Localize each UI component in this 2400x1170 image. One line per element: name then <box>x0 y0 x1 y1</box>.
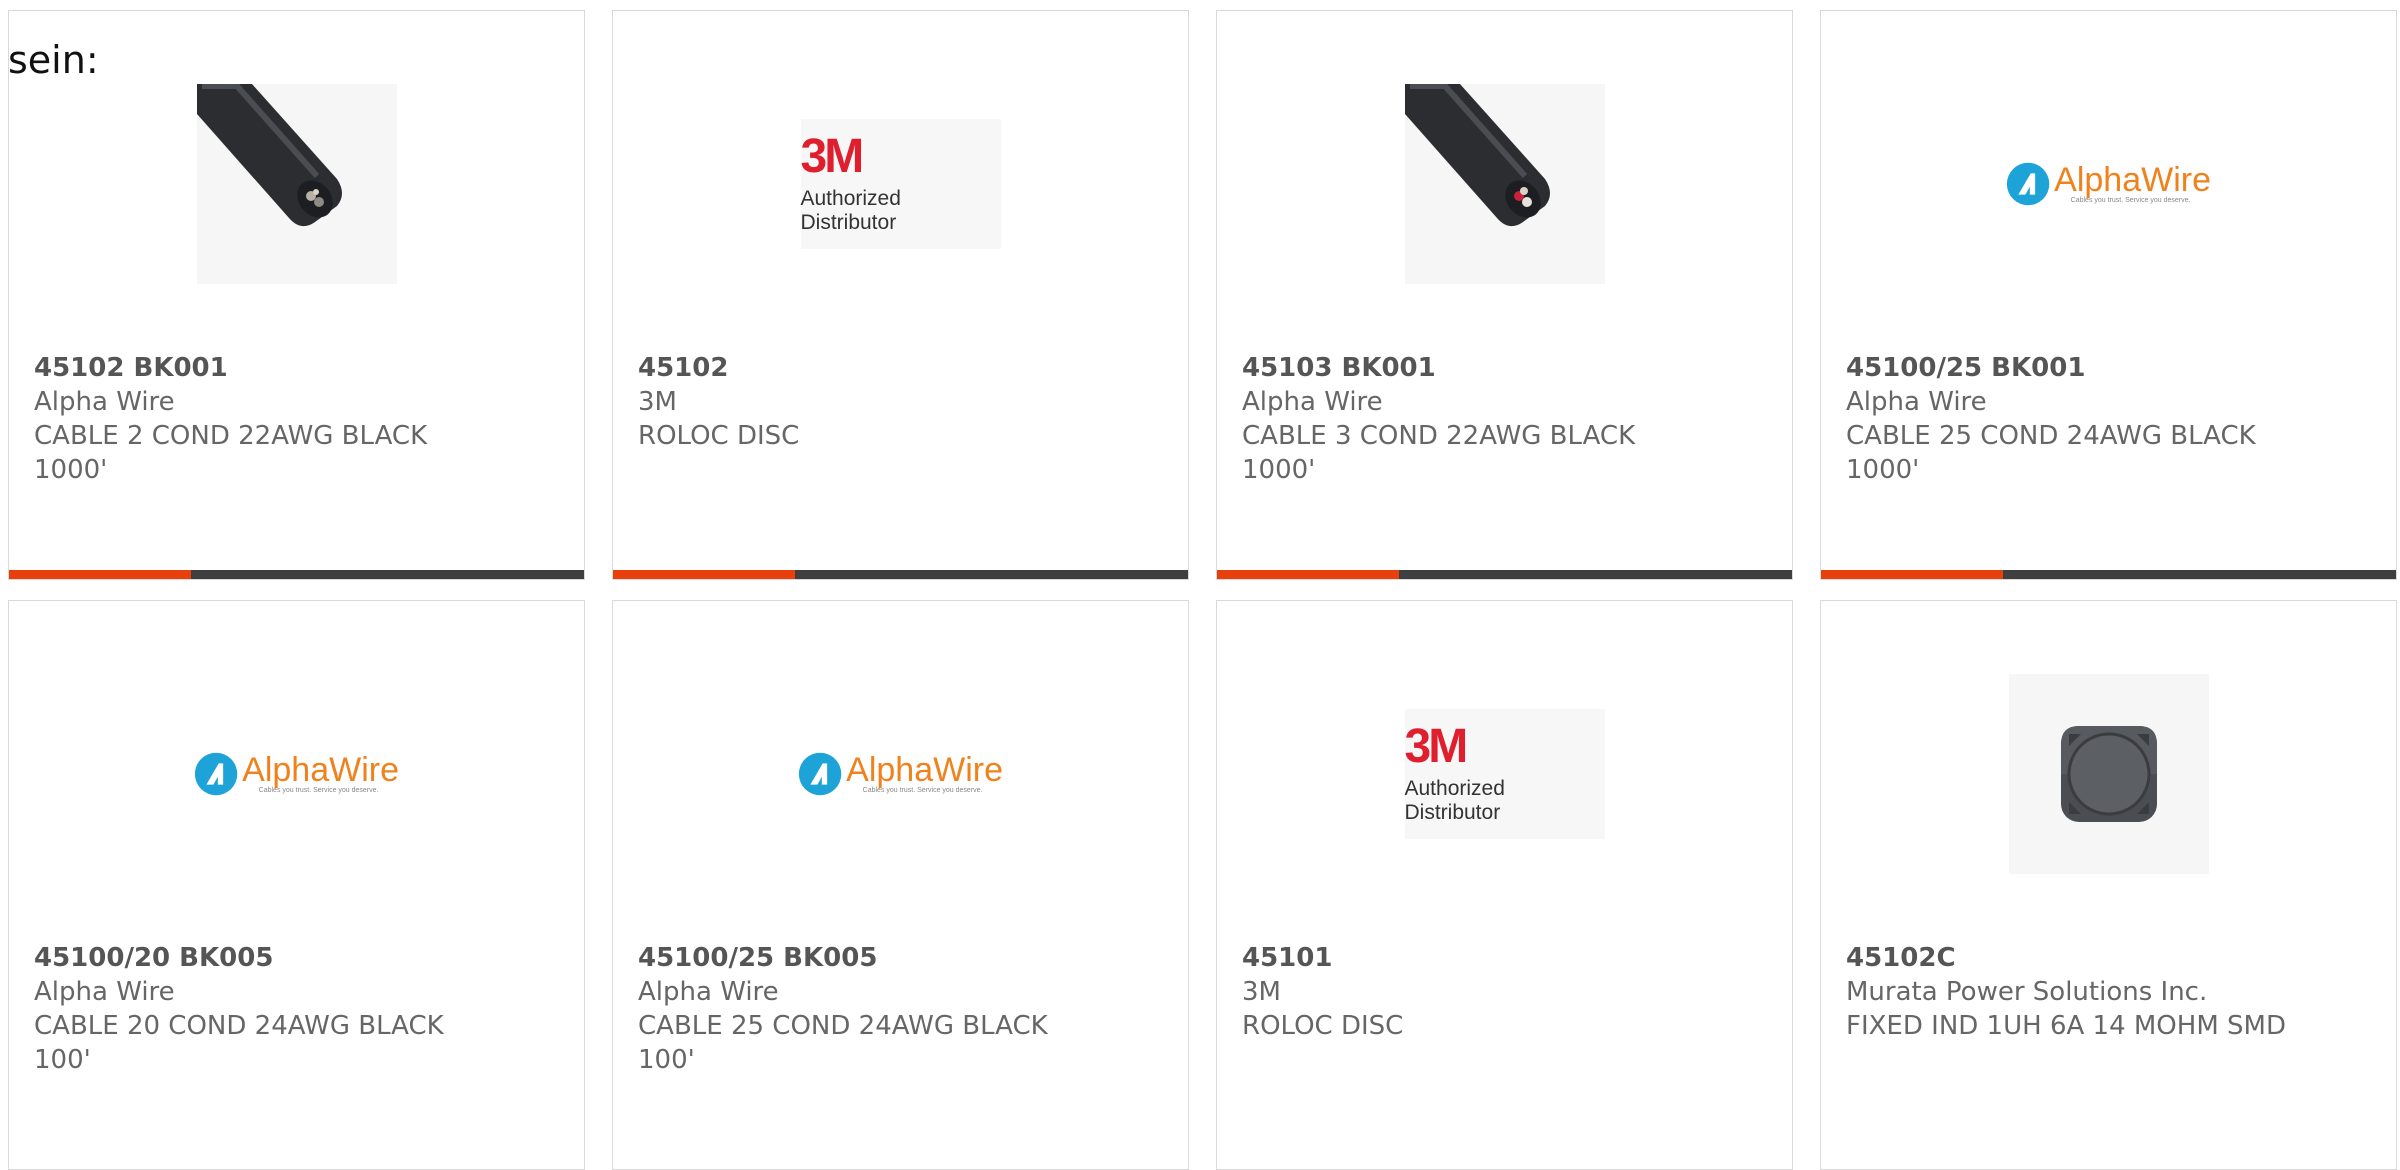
description: CABLE 3 COND 22AWG BLACK 1000' <box>1242 421 1636 485</box>
manufacturer: Alpha Wire <box>1242 387 1383 417</box>
part-number[interactable]: 45100/25 BK005 <box>638 941 1163 975</box>
card-bottom-bar <box>9 570 584 579</box>
part-number[interactable]: 45101 <box>1242 941 1767 975</box>
product-card[interactable]: AlphaWire Cables you trust. Service you … <box>8 600 585 1170</box>
description: CABLE 25 COND 24AWG BLACK 1000' <box>1846 421 2256 485</box>
product-image[interactable]: 3M Authorized Distributor <box>613 81 1188 286</box>
manufacturer: Alpha Wire <box>1846 387 1987 417</box>
black-cable-image <box>196 83 397 284</box>
description: CABLE 2 COND 22AWG BLACK 1000' <box>34 421 428 485</box>
card-bottom-bar <box>1217 570 1792 579</box>
3m-authorized-distributor-logo: 3M Authorized Distributor <box>1404 708 1605 839</box>
alphawire-logo-icon <box>2006 162 2050 205</box>
product-info: 45103 BK001 Alpha Wire CABLE 3 COND 22AW… <box>1242 351 1767 487</box>
3m-logo-mark: 3M <box>1404 719 1469 773</box>
manufacturer: 3M <box>638 387 677 417</box>
alphawire-logo-icon <box>798 752 842 795</box>
alphawire-logo-name: AlphaWire <box>242 751 399 789</box>
part-number[interactable]: 45103 BK001 <box>1242 351 1767 385</box>
description: CABLE 20 COND 24AWG BLACK 100' <box>34 1011 444 1075</box>
product-info: 45101 3M ROLOC DISC <box>1242 941 1767 1043</box>
3m-logo-subtitle: Authorized Distributor <box>800 186 901 234</box>
part-number[interactable]: 45102 BK001 <box>34 351 559 385</box>
3m-authorized-distributor-logo: 3M Authorized Distributor <box>800 118 1001 249</box>
alphawire-logo-tagline: Cables you trust. Service you deserve. <box>862 787 983 794</box>
manufacturer: Alpha Wire <box>34 977 175 1007</box>
product-card[interactable]: 45102 BK001 Alpha Wire CABLE 2 COND 22AW… <box>8 10 585 580</box>
description: FIXED IND 1UH 6A 14 MOHM SMD <box>1846 1011 2286 1041</box>
intro-text: sein: <box>8 38 99 82</box>
manufacturer: 3M <box>1242 977 1281 1007</box>
description: ROLOC DISC <box>1242 1011 1404 1041</box>
manufacturer: Murata Power Solutions Inc. <box>1846 977 2208 1007</box>
product-card[interactable]: 3M Authorized Distributor 45102 3M ROLOC… <box>612 10 1189 580</box>
alphawire-logo: AlphaWire Cables you trust. Service you … <box>798 708 1003 839</box>
product-grid: 45102 BK001 Alpha Wire CABLE 2 COND 22AW… <box>0 0 2400 1170</box>
product-image[interactable] <box>9 81 584 286</box>
product-info: 45100/25 BK001 Alpha Wire CABLE 25 COND … <box>1846 351 2371 487</box>
product-card[interactable]: 45103 BK001 Alpha Wire CABLE 3 COND 22AW… <box>1216 10 1793 580</box>
part-number[interactable]: 45102C <box>1846 941 2371 975</box>
card-bottom-bar <box>613 570 1188 579</box>
card-accent-bar <box>9 570 191 579</box>
alphawire-logo-tagline: Cables you trust. Service you deserve. <box>2070 197 2191 204</box>
alphawire-logo: AlphaWire Cables you trust. Service you … <box>194 708 399 839</box>
product-image[interactable]: AlphaWire Cables you trust. Service you … <box>1821 81 2396 286</box>
part-number[interactable]: 45100/25 BK001 <box>1846 351 2371 385</box>
manufacturer: Alpha Wire <box>34 387 175 417</box>
black-cable-image <box>1404 83 1605 284</box>
product-info: 45102C Murata Power Solutions Inc. FIXED… <box>1846 941 2371 1043</box>
product-card[interactable]: AlphaWire Cables you trust. Service you … <box>1820 10 2397 580</box>
smd-inductor-image <box>2008 673 2209 874</box>
product-info: 45102 3M ROLOC DISC <box>638 351 1163 453</box>
3m-logo-subtitle: Authorized Distributor <box>1404 776 1505 824</box>
card-accent-bar <box>1821 570 2003 579</box>
manufacturer: Alpha Wire <box>638 977 779 1007</box>
alphawire-logo-icon <box>194 752 238 795</box>
3m-logo-mark: 3M <box>800 129 865 183</box>
part-number[interactable]: 45100/20 BK005 <box>34 941 559 975</box>
part-number[interactable]: 45102 <box>638 351 1163 385</box>
product-image[interactable]: AlphaWire Cables you trust. Service you … <box>9 671 584 876</box>
description: CABLE 25 COND 24AWG BLACK 100' <box>638 1011 1048 1075</box>
alphawire-logo-name: AlphaWire <box>2054 161 2211 199</box>
card-accent-bar <box>1217 570 1399 579</box>
product-info: 45100/20 BK005 Alpha Wire CABLE 20 COND … <box>34 941 559 1077</box>
product-info: 45100/25 BK005 Alpha Wire CABLE 25 COND … <box>638 941 1163 1077</box>
product-card[interactable]: AlphaWire Cables you trust. Service you … <box>612 600 1189 1170</box>
alphawire-logo-tagline: Cables you trust. Service you deserve. <box>258 787 379 794</box>
description: ROLOC DISC <box>638 421 800 451</box>
product-info: 45102 BK001 Alpha Wire CABLE 2 COND 22AW… <box>34 351 559 487</box>
product-image[interactable]: AlphaWire Cables you trust. Service you … <box>613 671 1188 876</box>
product-card[interactable]: 3M Authorized Distributor 45101 3M ROLOC… <box>1216 600 1793 1170</box>
card-accent-bar <box>613 570 795 579</box>
alphawire-logo-name: AlphaWire <box>846 751 1003 789</box>
alphawire-logo: AlphaWire Cables you trust. Service you … <box>2006 118 2211 249</box>
product-image[interactable]: 3M Authorized Distributor <box>1217 671 1792 876</box>
product-image[interactable] <box>1217 81 1792 286</box>
card-bottom-bar <box>1821 570 2396 579</box>
product-image[interactable] <box>1821 671 2396 876</box>
product-card[interactable]: 45102C Murata Power Solutions Inc. FIXED… <box>1820 600 2397 1170</box>
